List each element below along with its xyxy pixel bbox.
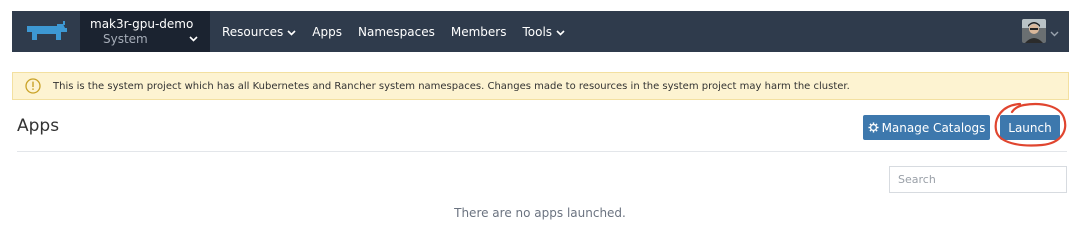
info-icon [13,78,53,94]
main-nav: Resources Apps Namespaces Members Tools [222,25,581,39]
user-menu[interactable] [1022,19,1059,43]
gear-icon [868,122,879,133]
search-input[interactable] [889,166,1067,193]
nav-members[interactable]: Members [451,25,507,39]
rancher-logo-icon[interactable] [12,11,80,52]
nav-apps[interactable]: Apps [312,25,342,39]
system-project-warning-banner: This is the system project which has all… [12,72,1069,100]
nav-apps-label: Apps [312,24,342,39]
empty-state-message: There are no apps launched. [454,206,626,220]
nav-resources[interactable]: Resources [222,25,296,39]
nav-members-label: Members [450,24,507,39]
chevron-down-icon [189,27,198,46]
project-name: mak3r-gpu-demo [90,16,194,31]
launch-button[interactable]: Launch [1000,115,1060,140]
nav-tools-label: Tools [522,24,553,39]
nav-namespaces-label: Namespaces [358,24,435,39]
user-avatar [1022,19,1046,43]
project-cluster-label: System [103,31,148,46]
chevron-down-icon [1050,22,1059,41]
launch-label: Launch [1008,120,1052,135]
manage-catalogs-button[interactable]: Manage Catalogs [863,115,990,140]
top-navbar: mak3r-gpu-demo System Resources Apps Nam… [12,11,1069,52]
manage-catalogs-label: Manage Catalogs [881,120,986,135]
chevron-down-icon [556,25,565,39]
page-title: Apps [17,116,60,136]
nav-tools[interactable]: Tools [522,25,565,39]
banner-message: This is the system project which has all… [53,80,850,92]
project-switcher[interactable]: mak3r-gpu-demo System [80,11,210,52]
chevron-down-icon [287,25,296,39]
nav-namespaces[interactable]: Namespaces [358,25,435,39]
header-divider [17,151,1067,152]
nav-resources-label: Resources [222,24,284,39]
